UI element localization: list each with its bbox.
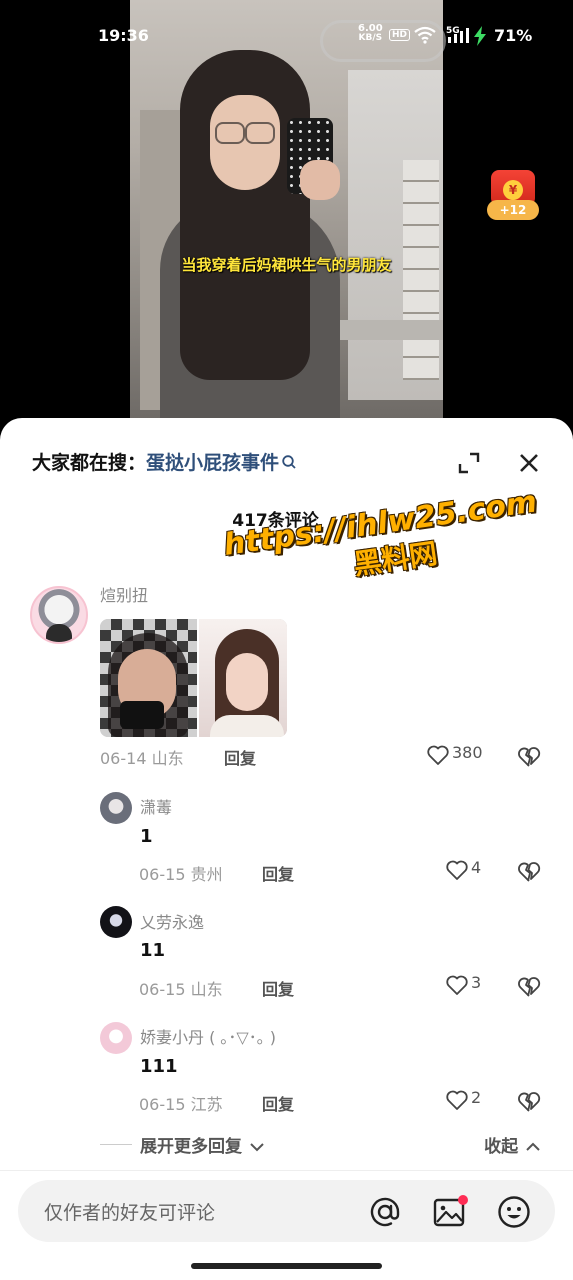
comment-image-divider (197, 619, 199, 737)
dislike-button[interactable] (516, 1090, 542, 1116)
person-glasses (212, 122, 278, 144)
comment-image-face-right (226, 653, 268, 711)
reply-button[interactable]: 回复 (224, 745, 256, 769)
wifi-icon (414, 26, 436, 48)
comment-username[interactable]: 煊别扭 (100, 582, 148, 606)
avatar[interactable] (30, 586, 88, 644)
hot-search-row[interactable]: 大家都在搜：蛋挞小屁孩事件 (32, 448, 297, 475)
like-button[interactable]: 3 (445, 974, 481, 1000)
reply-username[interactable]: 潇䓯 (140, 794, 172, 818)
like-count: 4 (471, 858, 482, 877)
battery-level: 71% (494, 26, 533, 45)
heart-icon (445, 1090, 469, 1110)
comment-image[interactable] (100, 619, 287, 737)
search-icon (281, 453, 297, 475)
broken-heart-icon (516, 862, 542, 888)
red-packet-coin: ¥ (503, 180, 523, 200)
red-packet-badge: +12 (487, 200, 539, 220)
emoji-icon[interactable] (496, 1194, 532, 1230)
watermark: https://ihlw25.com 黑料网 (215, 483, 552, 601)
collapse-replies-label: 收起 (484, 1137, 519, 1157)
home-indicator[interactable] (191, 1263, 382, 1269)
comment-date-location: 06-14 山东 (100, 749, 184, 768)
dislike-button[interactable] (516, 745, 542, 771)
reply-button[interactable]: 回复 (262, 976, 294, 1000)
hot-search-prefix: 大家都在搜： (32, 452, 147, 474)
reply-date-location: 06-15 山东 (139, 980, 223, 999)
status-time: 19:36 (98, 26, 149, 45)
heart-icon (445, 860, 469, 880)
expand-icon[interactable] (456, 450, 482, 476)
heart-icon (445, 975, 469, 995)
expand-replies-button[interactable]: 展开更多回复 (140, 1132, 266, 1157)
person-hand (300, 160, 340, 200)
replies-controls: 展开更多回复 收起 (100, 1132, 542, 1160)
expand-replies-label: 展开更多回复 (140, 1137, 242, 1157)
comment-input[interactable]: 仅作者的好友可评论 (18, 1180, 555, 1242)
broken-heart-icon (516, 1092, 542, 1118)
like-count: 3 (471, 973, 482, 992)
divider-line (100, 1144, 132, 1145)
signal-icon: 5G (446, 26, 470, 49)
video-frame[interactable] (130, 0, 443, 420)
status-bar: 19:36 6.00 KB/S HD 5G 71% (0, 24, 573, 50)
like-count: 2 (471, 1088, 482, 1107)
broken-heart-icon (516, 977, 542, 1003)
comment-image-phone (120, 701, 164, 729)
dislike-button[interactable] (516, 975, 542, 1001)
dislike-button[interactable] (516, 860, 542, 886)
collapse-replies-button[interactable]: 收起 (484, 1132, 542, 1157)
red-packet-button[interactable]: ¥ +12 (487, 160, 539, 222)
chevron-down-icon (248, 1137, 266, 1157)
reply-button[interactable]: 回复 (262, 861, 294, 885)
reply-username[interactable]: 娇妻小丹 ( ｡･▽･｡ ) (140, 1024, 276, 1048)
reply-date-location: 06-15 江苏 (139, 1095, 223, 1114)
charging-icon (473, 26, 487, 50)
network-label: 5G (446, 26, 460, 36)
chevron-up-icon (524, 1137, 542, 1157)
broken-heart-icon (516, 747, 542, 773)
net-speed-unit: KB/S (358, 33, 383, 43)
reply-text: 1 (140, 826, 153, 847)
comment-image-body-right (210, 715, 284, 737)
like-count: 380 (452, 743, 483, 762)
reply-text: 11 (140, 940, 166, 961)
background-table (323, 320, 443, 340)
at-mention-icon[interactable] (367, 1194, 403, 1230)
avatar[interactable] (100, 792, 132, 824)
reply-text: 111 (140, 1056, 178, 1077)
avatar[interactable] (100, 1022, 132, 1054)
close-icon[interactable] (516, 450, 542, 476)
input-divider (0, 1170, 573, 1171)
like-button[interactable]: 2 (445, 1089, 481, 1115)
hot-search-keyword[interactable]: 蛋挞小屁孩事件 (146, 452, 279, 474)
comment-sheet: 大家都在搜：蛋挞小屁孩事件 417条评论 https://ihlw25.com … (0, 418, 573, 1280)
heart-icon (426, 745, 450, 765)
image-picker-icon[interactable] (432, 1194, 468, 1230)
video-player[interactable]: 当我穿着后妈裙哄生气的男朋友 19:36 6.00 KB/S HD 5G 71%… (0, 0, 573, 440)
like-button[interactable]: 4 (445, 859, 481, 885)
hd-badge: HD (389, 29, 411, 41)
video-caption: 当我穿着后妈裙哄生气的男朋友 (181, 256, 392, 274)
reply-username[interactable]: 乂劳永逸 (140, 909, 204, 933)
reply-button[interactable]: 回复 (262, 1091, 294, 1115)
net-speed: 6.00 KB/S (358, 24, 383, 43)
like-button[interactable]: 380 (426, 744, 483, 770)
reply-date-location: 06-15 贵州 (139, 865, 223, 884)
avatar[interactable] (100, 906, 132, 938)
comment-input-placeholder: 仅作者的好友可评论 (44, 1202, 216, 1224)
